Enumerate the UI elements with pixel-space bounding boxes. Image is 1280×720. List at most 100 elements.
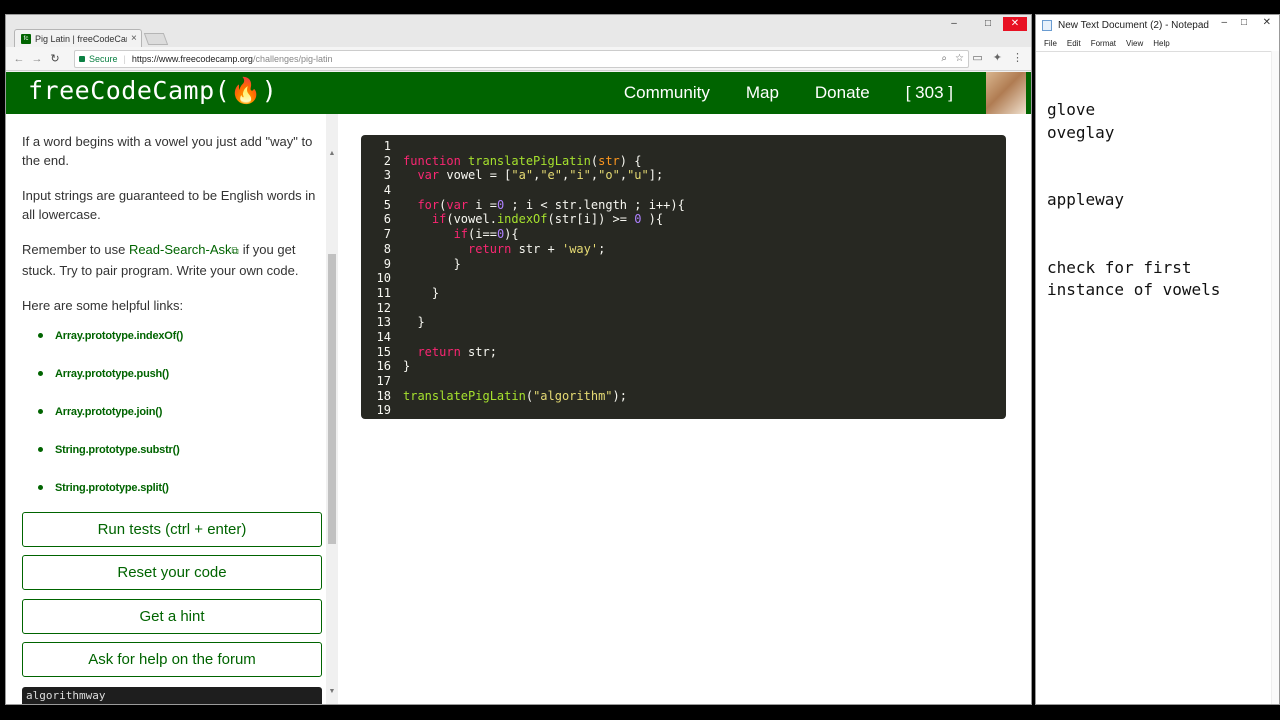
notepad-icon [1042,19,1052,31]
notepad-maximize-button[interactable]: □ [1241,17,1247,28]
instruction-text: Remember to use [22,242,129,257]
code-line: 8 return str + 'way'; [361,242,1006,257]
scroll-thumb[interactable] [328,254,336,544]
close-window-button[interactable]: ✕ [1003,17,1027,31]
new-tab-button[interactable] [143,33,169,45]
notepad-close-button[interactable]: ✕ [1263,17,1271,28]
code-line: 13 } [361,315,1006,330]
lock-icon [79,56,85,62]
helpful-links-heading: Here are some helpful links: [22,298,184,313]
notepad-text-area[interactable]: glove oveglay appleway check for first i… [1036,51,1279,704]
instruction-paragraph: If a word begins with a vowel you just a… [22,134,313,168]
line-number: 9 [383,256,391,271]
line-number: 7 [383,227,391,242]
line-number: 4 [383,183,391,198]
line-number: 12 [376,300,391,315]
run-tests-button[interactable]: Run tests (ctrl + enter) [22,512,322,547]
line-number: 10 [376,271,391,286]
line-number: 15 [376,344,391,359]
menu-file[interactable]: File [1044,39,1057,48]
screen: fc Pig Latin | freeCodeCamp × – □ ✕ ← → … [0,0,1280,720]
external-link-icon: ⧉ [231,246,239,257]
fcc-navbar: freeCodeCamp(🔥) Community Map Donate [ 3… [6,72,1031,114]
extension-icon[interactable]: ✦ [993,51,1002,64]
notepad-minimize-button[interactable]: – [1221,17,1227,28]
avatar[interactable] [986,72,1026,114]
editor-area: 1 2 function translatePigLatin(str) { 3 v… [339,114,1031,704]
helpful-links-list: Array.prototype.indexOf() Array.prototyp… [38,327,322,498]
nav-links: Community Map Donate [ 303 ] [624,83,953,103]
separator: | [123,54,126,64]
line-number: 3 [383,168,391,183]
scroll-up-arrow-icon[interactable]: ▲ [326,148,338,160]
line-number: 18 [376,388,391,403]
ask-forum-button[interactable]: Ask for help on the forum [22,642,322,677]
line-number: 1 [383,139,391,153]
line-number: 2 [383,153,391,168]
bookmark-star-icon[interactable]: ☆ [955,53,964,64]
fcc-favicon-icon: fc [21,33,31,44]
notepad-window: New Text Document (2) - Notepad – □ ✕ Fi… [1035,14,1280,705]
code-line: 4 [361,183,1006,198]
line-number: 14 [376,329,391,344]
notepad-menubar: File Edit Format View Help [1036,36,1279,50]
browser-toolbar: ← → ↻ Secure | https://www.freecodecamp.… [6,47,1031,71]
menu-edit[interactable]: Edit [1067,39,1081,48]
code-line: 16} [361,359,1006,374]
minimize-button[interactable]: – [945,17,963,31]
line-number: 11 [376,285,391,300]
code-line: 9 } [361,257,1006,272]
left-panel-scrollbar[interactable]: ▲ ▼ [326,114,338,704]
cast-icon[interactable]: ▭ [972,51,982,64]
instructions-content: If a word begins with a vowel you just a… [22,132,322,517]
code-line: 18 translatePigLatin("algorithm"); [361,389,1006,404]
scroll-down-arrow-icon[interactable]: ▼ [326,686,338,698]
helpful-link[interactable]: Array.prototype.join() [38,403,322,422]
back-arrow-icon[interactable]: ← [10,53,28,65]
nav-points[interactable]: [ 303 ] [906,83,953,103]
forward-arrow-icon[interactable]: → [28,53,46,65]
tab-close-icon[interactable]: × [131,33,137,44]
code-line: 3 var vowel = ["a","e","i","o","u"]; [361,168,1006,183]
code-line: 19 [361,403,1006,418]
browser-window: fc Pig Latin | freeCodeCamp × – □ ✕ ← → … [5,14,1032,705]
menu-help[interactable]: Help [1153,39,1169,48]
browser-tab-pig-latin[interactable]: fc Pig Latin | freeCodeCamp × [14,29,142,47]
get-hint-button[interactable]: Get a hint [22,599,322,634]
notepad-scrollbar[interactable] [1271,51,1279,704]
tab-strip: fc Pig Latin | freeCodeCamp × – □ ✕ [6,15,1031,47]
code-line: 5 for(var i =0 ; i < str.length ; i++){ [361,198,1006,213]
zoom-icon[interactable]: ⌕ [941,53,947,64]
code-line: 12 [361,301,1006,316]
helpful-link[interactable]: String.prototype.split() [38,479,322,498]
output-console: algorithmway [22,687,322,704]
nav-community[interactable]: Community [624,83,710,103]
helpful-link[interactable]: Array.prototype.push() [38,365,322,384]
menu-view[interactable]: View [1126,39,1143,48]
read-search-ask-link[interactable]: Read-Search-Ask [129,242,232,257]
notepad-title-bar: New Text Document (2) - Notepad – □ ✕ [1036,15,1279,35]
code-line: 6 if(vowel.indexOf(str[i]) >= 0 ){ [361,212,1006,227]
code-line: 7 if(i==0){ [361,227,1006,242]
address-bar[interactable]: Secure | https://www.freecodecamp.org /c… [74,50,969,68]
maximize-button[interactable]: □ [979,17,997,31]
code-line: 17 [361,374,1006,389]
fcc-logo[interactable]: freeCodeCamp(🔥) [28,76,277,106]
nav-map[interactable]: Map [746,83,779,103]
code-line: 1 [361,139,1006,154]
url-host: https://www.freecodecamp.org [131,54,253,64]
omnibox-icons: ⌕ ☆ [941,53,964,64]
line-number: 8 [383,241,391,256]
menu-icon[interactable]: ⋮ [1012,51,1023,64]
reset-code-button[interactable]: Reset your code [22,555,322,590]
menu-format[interactable]: Format [1091,39,1116,48]
helpful-link[interactable]: String.prototype.substr() [38,441,322,460]
nav-donate[interactable]: Donate [815,83,870,103]
helpful-link[interactable]: Array.prototype.indexOf() [38,327,322,346]
extension-icons: ▭ ✦ ⋮ [972,51,1023,64]
reload-icon[interactable]: ↻ [46,52,64,65]
instructions-panel: If a word begins with a vowel you just a… [6,114,339,704]
line-number: 5 [383,197,391,212]
instruction-paragraph: Input strings are guaranteed to be Engli… [22,188,316,222]
code-editor[interactable]: 1 2 function translatePigLatin(str) { 3 v… [361,135,1006,419]
